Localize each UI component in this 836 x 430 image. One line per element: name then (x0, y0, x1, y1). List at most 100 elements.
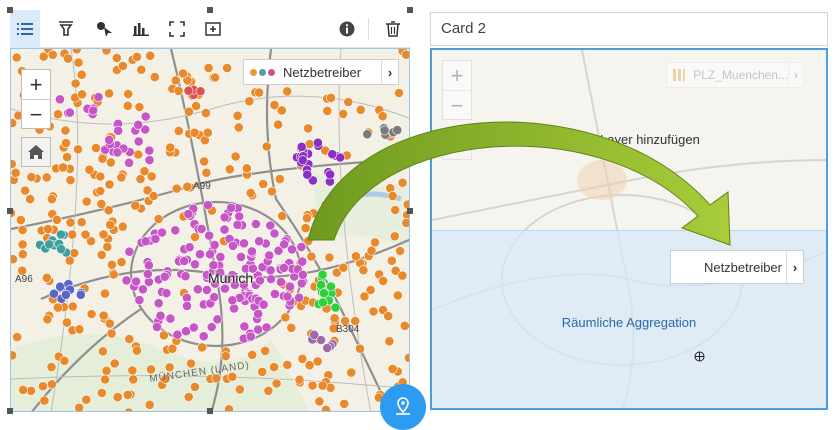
map-point (264, 250, 275, 261)
map-point (41, 172, 52, 183)
map-point (307, 380, 318, 391)
map-point (266, 274, 276, 284)
map-point (378, 275, 388, 286)
map-point (131, 276, 141, 287)
map-point (17, 249, 28, 260)
map-point (317, 380, 328, 391)
map-point (219, 212, 230, 223)
road-label-a96: A96 (15, 274, 33, 285)
map-point (15, 215, 26, 225)
layer-legend-plz[interactable]: PLZ_Muenchen... › (666, 62, 804, 88)
map-point (189, 127, 200, 138)
chevron-right-icon[interactable]: › (381, 60, 398, 84)
map-point (43, 224, 53, 234)
map-point (113, 125, 124, 136)
map-point (339, 398, 350, 409)
map-point (266, 186, 277, 197)
map-point (312, 356, 323, 367)
map-point (273, 119, 283, 130)
map-point (294, 292, 304, 303)
dragged-legend-netzbetreiber[interactable]: Netzbetreiber › (670, 250, 804, 284)
map-point (254, 87, 264, 98)
map-point (184, 106, 194, 117)
map-point (274, 174, 285, 185)
map-point (184, 242, 195, 253)
map-point (202, 127, 213, 138)
resize-handle[interactable] (207, 7, 213, 13)
map-point (47, 379, 57, 390)
map-point (322, 343, 333, 353)
map-point (314, 396, 325, 407)
map-point (178, 68, 188, 79)
map-point (271, 378, 282, 389)
map-point (309, 329, 320, 340)
bar-chart-icon[interactable] (126, 14, 156, 44)
map-point (144, 145, 155, 156)
map-point (282, 359, 293, 370)
map-point (11, 350, 18, 361)
map-point (41, 272, 52, 283)
resize-handle[interactable] (7, 408, 13, 414)
drag-arrow-icon (307, 121, 731, 246)
map-point (11, 52, 22, 63)
map-point (98, 346, 108, 357)
map-point (330, 302, 341, 313)
trash-icon[interactable] (378, 14, 408, 44)
map-point (111, 52, 122, 63)
map-point (247, 349, 258, 360)
map-point (220, 351, 231, 361)
location-pin-button[interactable] (380, 384, 426, 430)
resize-handle[interactable] (207, 408, 213, 414)
map-point (397, 270, 408, 281)
map-point (285, 281, 295, 292)
road-label-b304: B304 (336, 324, 360, 335)
chevron-right-icon[interactable]: › (786, 251, 803, 283)
legend-netzbetreiber[interactable]: Netzbetreiber › (243, 59, 399, 85)
card-2-title[interactable]: Card 2 (430, 12, 828, 46)
map-point (65, 217, 76, 228)
map-point (53, 109, 63, 120)
fullscreen-icon[interactable] (162, 14, 192, 44)
map-point (46, 194, 57, 205)
crosshair-icon (694, 349, 705, 367)
resize-handle[interactable] (407, 7, 413, 13)
map-point (142, 269, 153, 279)
city-label: Munich (208, 270, 254, 286)
resize-handle[interactable] (7, 7, 13, 13)
add-card-icon[interactable] (198, 14, 228, 44)
map-point (153, 214, 164, 224)
map-point (25, 194, 35, 204)
map-point (276, 277, 286, 287)
action-pointer-icon[interactable] (90, 14, 120, 44)
map-point (18, 384, 29, 395)
map-point (95, 186, 106, 196)
layer-pill-label: PLZ_Muenchen... (693, 68, 788, 82)
filter-icon[interactable] (51, 14, 81, 44)
map-point (124, 334, 135, 344)
map-point (102, 241, 113, 252)
legend-list-icon[interactable] (10, 10, 40, 48)
card-toolbar (10, 10, 410, 48)
map-point (183, 85, 194, 96)
map-point (96, 249, 107, 260)
zoom-in-button[interactable]: + (22, 70, 50, 99)
resize-handle[interactable] (7, 208, 13, 214)
map-point (201, 284, 212, 295)
map-point (130, 200, 141, 211)
map-point (294, 374, 305, 385)
map-point (103, 205, 114, 216)
chevron-right-icon[interactable]: › (787, 63, 803, 87)
map-point (91, 143, 101, 153)
info-icon[interactable] (332, 14, 362, 44)
map-point (257, 366, 268, 377)
zoom-in-button-2[interactable]: + (443, 61, 471, 90)
map-point (316, 279, 326, 290)
map-point (384, 336, 395, 347)
zoom-out-button[interactable]: − (22, 99, 50, 129)
map-point (39, 395, 50, 406)
map-point (80, 229, 91, 240)
home-button[interactable] (21, 137, 51, 167)
map-point (297, 256, 308, 267)
map-point (122, 389, 133, 400)
map-point (73, 144, 83, 155)
